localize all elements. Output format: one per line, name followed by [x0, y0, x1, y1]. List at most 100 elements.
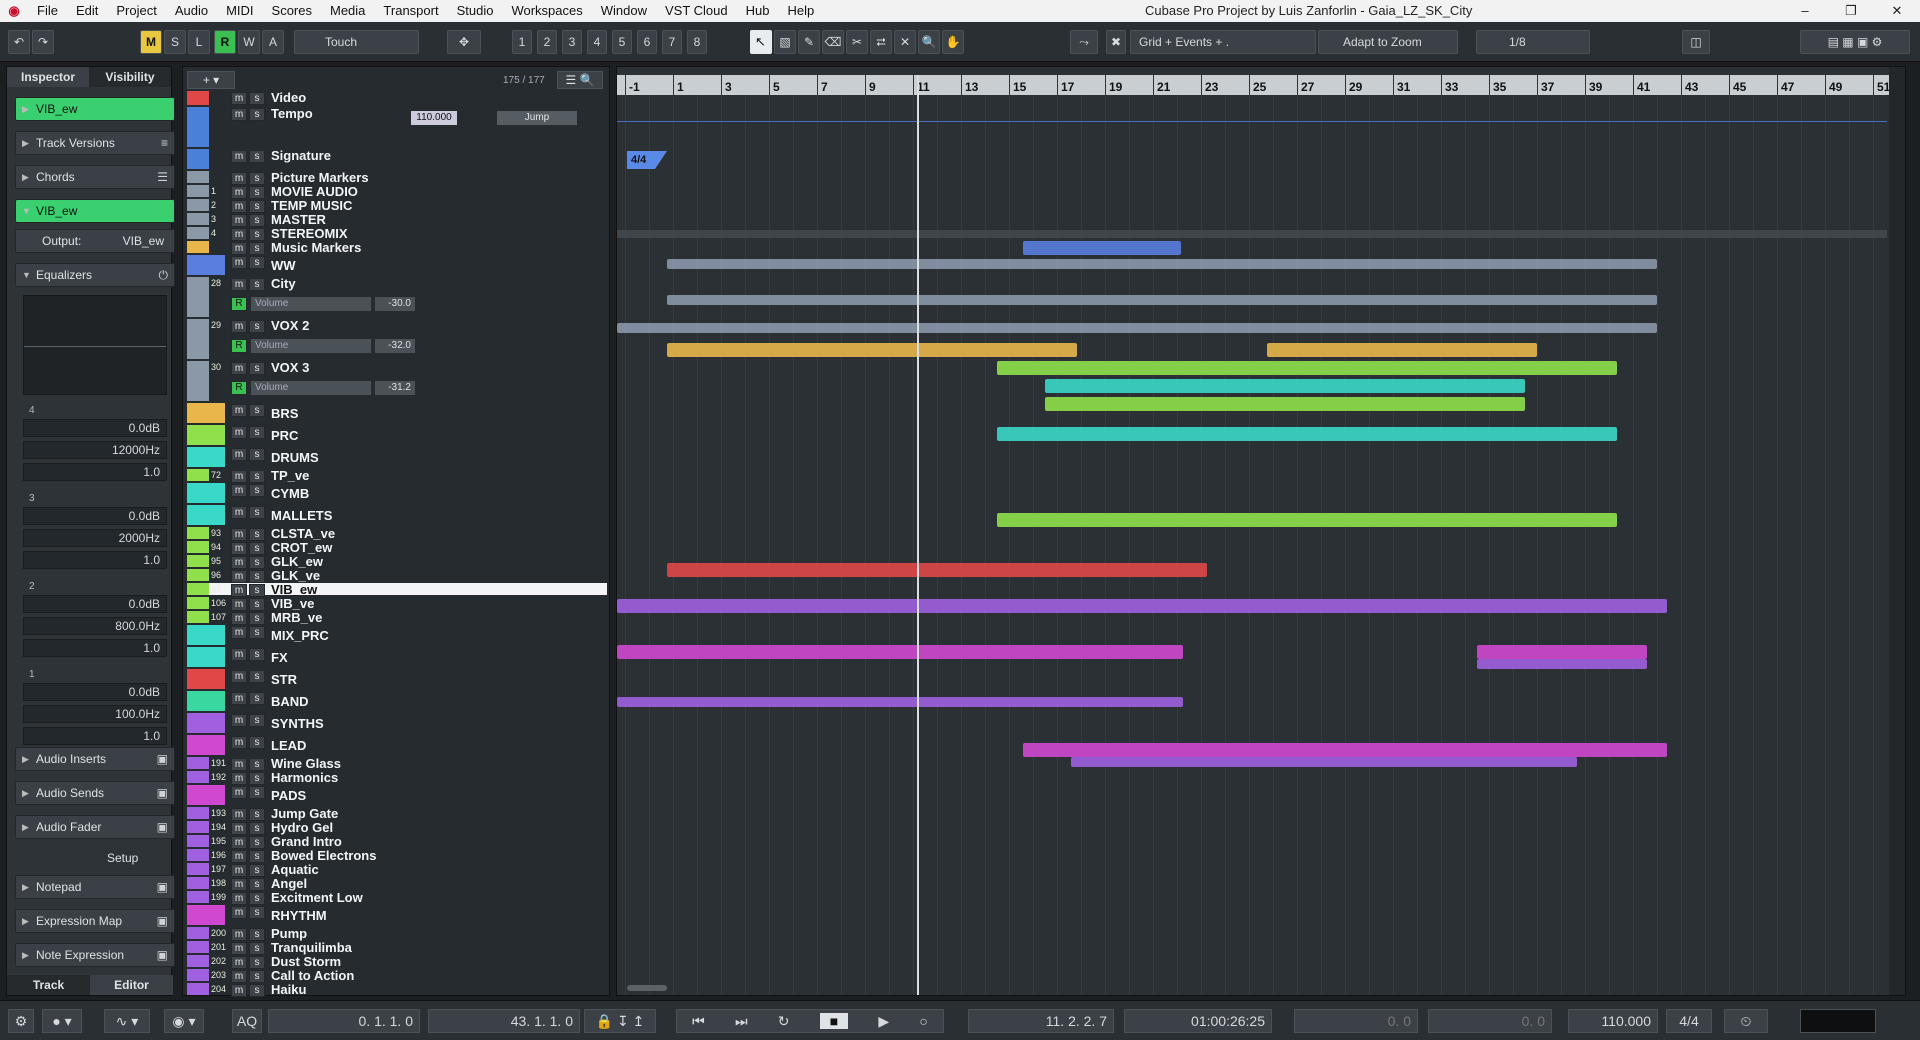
solo-button[interactable]: s — [249, 670, 265, 683]
solo-button[interactable]: s — [249, 108, 265, 121]
solo-button[interactable]: s — [249, 320, 265, 333]
audio-fader-section[interactable]: ▶ Audio Fader ▣ — [15, 815, 175, 839]
track-row[interactable]: m s Music Markers — [187, 240, 607, 255]
marker-button-7[interactable]: 7 — [662, 30, 682, 54]
event-part[interactable] — [997, 513, 1617, 527]
mute-button[interactable]: m — [231, 200, 247, 213]
event-part[interactable] — [617, 697, 1183, 707]
eq-band-q[interactable]: 1.0 — [23, 727, 167, 745]
track-row[interactable]: m s PADS — [187, 785, 607, 805]
solo-button[interactable]: s — [249, 692, 265, 705]
track-name[interactable]: Hydro Gel — [271, 820, 333, 835]
track-name[interactable]: BAND — [271, 694, 309, 709]
solo-button[interactable]: s — [249, 172, 265, 185]
track-name[interactable]: CLSTA_ve — [271, 526, 335, 541]
solo-button[interactable]: s — [249, 426, 265, 439]
event-part[interactable] — [667, 563, 1207, 577]
track-row[interactable]: m s DRUMS — [187, 447, 607, 467]
read-automation-button[interactable]: R — [231, 339, 247, 353]
track-name[interactable]: Signature — [271, 148, 331, 163]
solo-button[interactable]: s — [249, 214, 265, 227]
track-name[interactable]: GLK_ew — [271, 554, 323, 569]
layout-left-icon[interactable]: ◫ — [1682, 30, 1710, 54]
mute-button[interactable]: m — [231, 942, 247, 955]
record-icon[interactable]: ○ — [919, 1013, 927, 1029]
mute-button[interactable]: m — [231, 172, 247, 185]
event-part[interactable] — [1267, 343, 1537, 357]
track-name[interactable]: DRUMS — [271, 450, 319, 465]
track-row[interactable]: 191 m s Wine Glass — [187, 756, 607, 771]
solo-button[interactable]: s — [249, 928, 265, 941]
eq-band-freq[interactable]: 12000Hz — [23, 441, 167, 459]
output-routing[interactable]: Output: VIB_ew — [15, 229, 175, 253]
eq-band-gain[interactable]: 0.0dB — [23, 419, 167, 437]
solo-button[interactable]: s — [249, 612, 265, 625]
record-mode-icon[interactable]: ● ▾ — [42, 1009, 82, 1033]
setup-button[interactable]: Setup — [107, 851, 138, 865]
solo-button[interactable]: s — [249, 404, 265, 417]
tempo-jump[interactable]: Jump — [497, 111, 577, 125]
solo-button[interactable]: s — [249, 714, 265, 727]
track-name[interactable]: MRB_ve — [271, 610, 322, 625]
track-row[interactable]: 203 m s Call to Action — [187, 968, 607, 983]
track-row[interactable]: m s BAND — [187, 691, 607, 711]
track-row[interactable]: m s PRC — [187, 425, 607, 445]
undo-icon[interactable]: ↶ — [8, 30, 30, 54]
solo-button[interactable]: s — [249, 362, 265, 375]
track-name[interactable]: TP_ve — [271, 468, 309, 483]
tab-editor[interactable]: Editor — [90, 975, 173, 995]
track-row[interactable]: m s FX — [187, 647, 607, 667]
track-name[interactable]: MALLETS — [271, 508, 332, 523]
track-row[interactable]: m s BRS — [187, 403, 607, 423]
tab-inspector[interactable]: Inspector — [7, 67, 89, 87]
menu-item-studio[interactable]: Studio — [448, 0, 503, 22]
event-part[interactable] — [617, 645, 1183, 659]
mute-button[interactable]: m — [231, 864, 247, 877]
track-name[interactable]: MASTER — [271, 212, 326, 227]
track-row[interactable]: m s Picture Markers — [187, 170, 607, 185]
solo-button[interactable]: s — [249, 542, 265, 555]
track-row[interactable]: 3 m s MASTER — [187, 212, 607, 227]
solo-button[interactable]: s — [249, 786, 265, 799]
track-name[interactable]: Tranquilimba — [271, 940, 352, 955]
cubase-logo-icon[interactable]: ◉ — [0, 0, 28, 22]
event-part[interactable] — [1023, 743, 1667, 757]
eq-band-q[interactable]: 1.0 — [23, 463, 167, 481]
instrument-section[interactable]: ▼ VIB_ew — [15, 199, 175, 223]
zoom-tool-icon[interactable]: 🔍 — [918, 30, 940, 54]
track-name[interactable]: VIB_ew — [271, 582, 317, 597]
track-versions-section[interactable]: ▶ Track Versions ≡ — [15, 131, 175, 155]
solo-button[interactable]: s — [249, 970, 265, 983]
track-row[interactable]: 106 m s VIB_ve — [187, 596, 607, 611]
solo-button[interactable]: s — [249, 956, 265, 969]
solo-toggle[interactable]: S — [164, 30, 186, 54]
mute-button[interactable]: m — [231, 214, 247, 227]
right-locator[interactable]: 43. 1. 1. 0 — [428, 1009, 580, 1033]
mute-button[interactable]: m — [231, 928, 247, 941]
track-row[interactable]: 95 m s GLK_ew — [187, 554, 607, 569]
automation-toggle[interactable]: A — [262, 30, 284, 54]
track-name[interactable]: GLK_ve — [271, 568, 320, 583]
mute-button[interactable]: m — [231, 736, 247, 749]
track-row[interactable]: 195 m s Grand Intro — [187, 834, 607, 849]
marker-button-4[interactable]: 4 — [587, 30, 607, 54]
event-part[interactable] — [667, 259, 1657, 269]
track-row[interactable]: 29 m s VOX 2 R Volume -32.0 — [187, 318, 607, 359]
track-name[interactable]: MIX_PRC — [271, 628, 329, 643]
track-row[interactable]: m s CYMB — [187, 483, 607, 503]
solo-button[interactable]: s — [249, 242, 265, 255]
snap-icon[interactable]: ✖ — [1106, 30, 1126, 54]
project-window-event-display[interactable]: -1 1 3 5 7 9 11 13 15 17 19 21 23 25 27 29 31 33 35 37 39 41 4… — [616, 66, 1906, 996]
track-name[interactable]: Aquatic — [271, 862, 319, 877]
solo-button[interactable]: s — [249, 984, 265, 997]
track-name[interactable]: VOX 3 — [271, 360, 309, 375]
mute-button[interactable]: m — [231, 906, 247, 919]
solo-button[interactable]: s — [249, 758, 265, 771]
ruler[interactable]: -1 1 3 5 7 9 11 13 15 17 19 21 23 25 27 29 31 33 35 37 39 41 4… — [617, 75, 1905, 95]
track-row[interactable]: 197 m s Aquatic — [187, 862, 607, 877]
track-name[interactable]: BRS — [271, 406, 298, 421]
primary-time-display[interactable]: 11. 2. 2. 7 — [968, 1009, 1114, 1033]
mute-button[interactable]: m — [231, 404, 247, 417]
track-row[interactable]: m s Signature — [187, 148, 607, 169]
menu-item-help[interactable]: Help — [779, 0, 824, 22]
